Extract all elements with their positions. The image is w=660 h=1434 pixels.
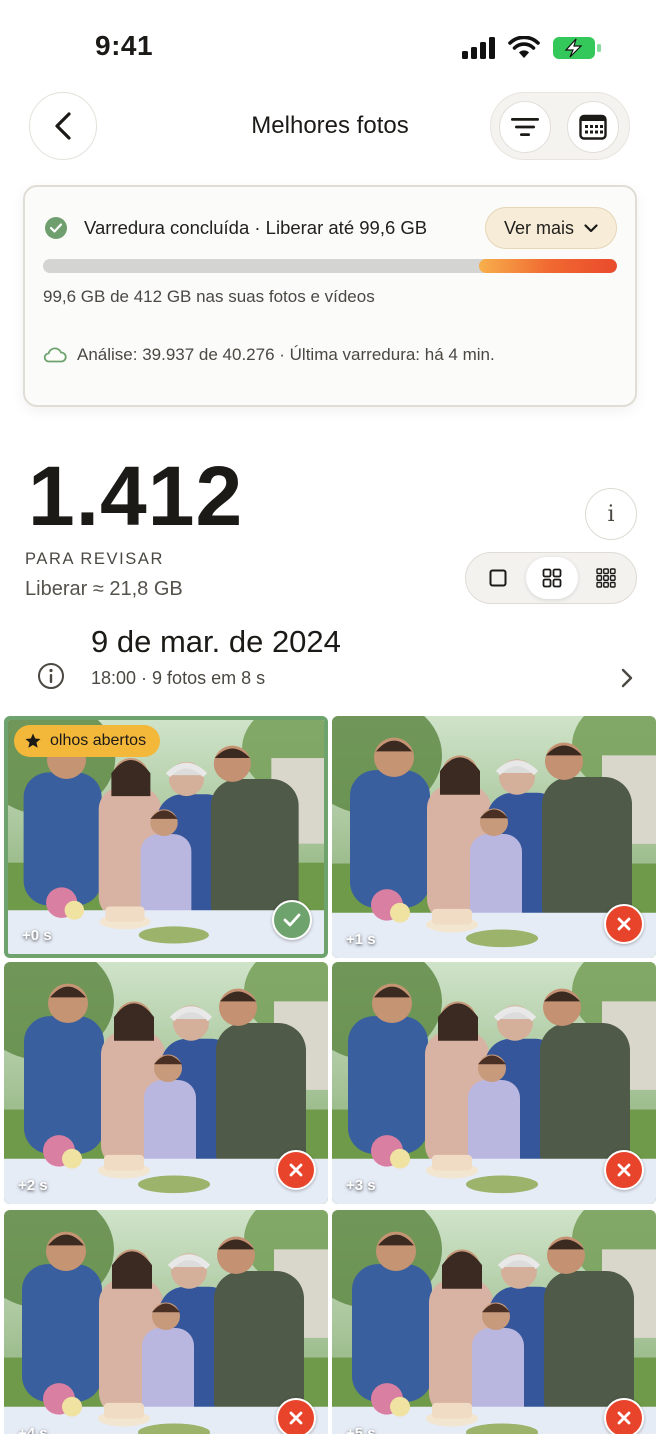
- filter-icon: [511, 118, 539, 136]
- photo-tile[interactable]: olhos abertos +0 s: [4, 716, 328, 958]
- cloud-icon: [43, 347, 67, 363]
- scan-progress-bar: [43, 259, 617, 273]
- battery-charging-icon: [553, 37, 601, 59]
- chevron-down-icon: [584, 223, 598, 232]
- info-button[interactable]: i: [585, 488, 637, 540]
- review-label: PARA REVISAR: [25, 550, 165, 568]
- status-time: 9:41: [95, 30, 154, 61]
- photo-tile[interactable]: +5 s: [332, 1210, 656, 1434]
- header-actions: [490, 92, 630, 160]
- star-icon: [25, 733, 41, 748]
- info-icon: i: [607, 501, 615, 527]
- photo-time-offset: +2 s: [18, 1177, 48, 1194]
- info-circle-icon[interactable]: [37, 662, 65, 690]
- photo-tile[interactable]: +4 s: [4, 1210, 328, 1434]
- group-date: 9 de mar. de 2024: [91, 624, 341, 659]
- check-circle-icon: [45, 217, 67, 239]
- grid-option-2x2[interactable]: [526, 557, 578, 599]
- scan-summary-card: Varredura concluída · Liberar até 99,6 G…: [23, 185, 637, 407]
- close-icon: [617, 1411, 631, 1425]
- photo-tile[interactable]: +1 s: [332, 716, 656, 958]
- scan-status-row: Varredura concluída · Liberar até 99,6 G…: [45, 207, 617, 249]
- free-space-estimate: Liberar ≈ 21,8 GB: [25, 578, 183, 600]
- status-icons: [462, 36, 602, 60]
- filter-button[interactable]: [499, 101, 551, 153]
- ver-mais-button[interactable]: Ver mais: [485, 207, 617, 249]
- checkmark-icon: [283, 913, 301, 927]
- scan-analysis-row: Análise: 39.937 de 40.276 · Última varre…: [43, 345, 495, 365]
- review-count: 1.412: [28, 449, 244, 543]
- keep-button[interactable]: [272, 900, 312, 940]
- grid-3x3-icon: [596, 568, 616, 588]
- grid-option-3x3[interactable]: [580, 557, 632, 599]
- wifi-icon: [508, 36, 540, 58]
- close-icon: [617, 1163, 631, 1177]
- reject-button[interactable]: [276, 1398, 316, 1434]
- photo-time-offset: +4 s: [18, 1425, 48, 1434]
- scan-analysis-text: Análise: 39.937 de 40.276 · Última varre…: [77, 345, 495, 364]
- close-icon: [289, 1411, 303, 1425]
- reject-button[interactable]: [604, 904, 644, 944]
- photo-time-offset: +0 s: [22, 927, 52, 944]
- scan-progress-fill: [479, 259, 617, 273]
- photo-tile[interactable]: +3 s: [332, 962, 656, 1204]
- group-meta: 18:00 · 9 fotos em 8 s: [91, 668, 266, 688]
- scan-status-text: Varredura concluída · Liberar até 99,6 G…: [84, 217, 428, 238]
- photo-tag: olhos abertos: [14, 725, 161, 757]
- grid-size-toggle: [465, 552, 637, 604]
- close-icon: [289, 1163, 303, 1177]
- photo-image: [332, 1210, 656, 1434]
- calendar-button[interactable]: [567, 101, 619, 153]
- status-bar: 9:41: [0, 0, 660, 90]
- photo-time-offset: +1 s: [346, 931, 376, 948]
- chevron-right-icon[interactable]: [620, 668, 634, 688]
- cellular-signal-icon: [462, 37, 495, 59]
- reject-button[interactable]: [604, 1398, 644, 1434]
- scan-storage-summary: 99,6 GB de 412 GB nas suas fotos e vídeo…: [43, 287, 375, 306]
- close-icon: [617, 917, 631, 931]
- grid-option-single[interactable]: [472, 557, 524, 599]
- reject-button[interactable]: [276, 1150, 316, 1190]
- header: Melhores fotos: [0, 92, 660, 162]
- photo-time-offset: +5 s: [346, 1425, 376, 1434]
- square-icon: [489, 569, 507, 587]
- photo-time-offset: +3 s: [346, 1177, 376, 1194]
- reject-button[interactable]: [604, 1150, 644, 1190]
- photo-image: [4, 1210, 328, 1434]
- ver-mais-label: Ver mais: [503, 217, 575, 238]
- photo-tile[interactable]: +2 s: [4, 962, 328, 1204]
- calendar-icon: [579, 114, 607, 140]
- photo-tag-label: olhos abertos: [50, 732, 147, 749]
- grid-2x2-icon: [542, 568, 562, 588]
